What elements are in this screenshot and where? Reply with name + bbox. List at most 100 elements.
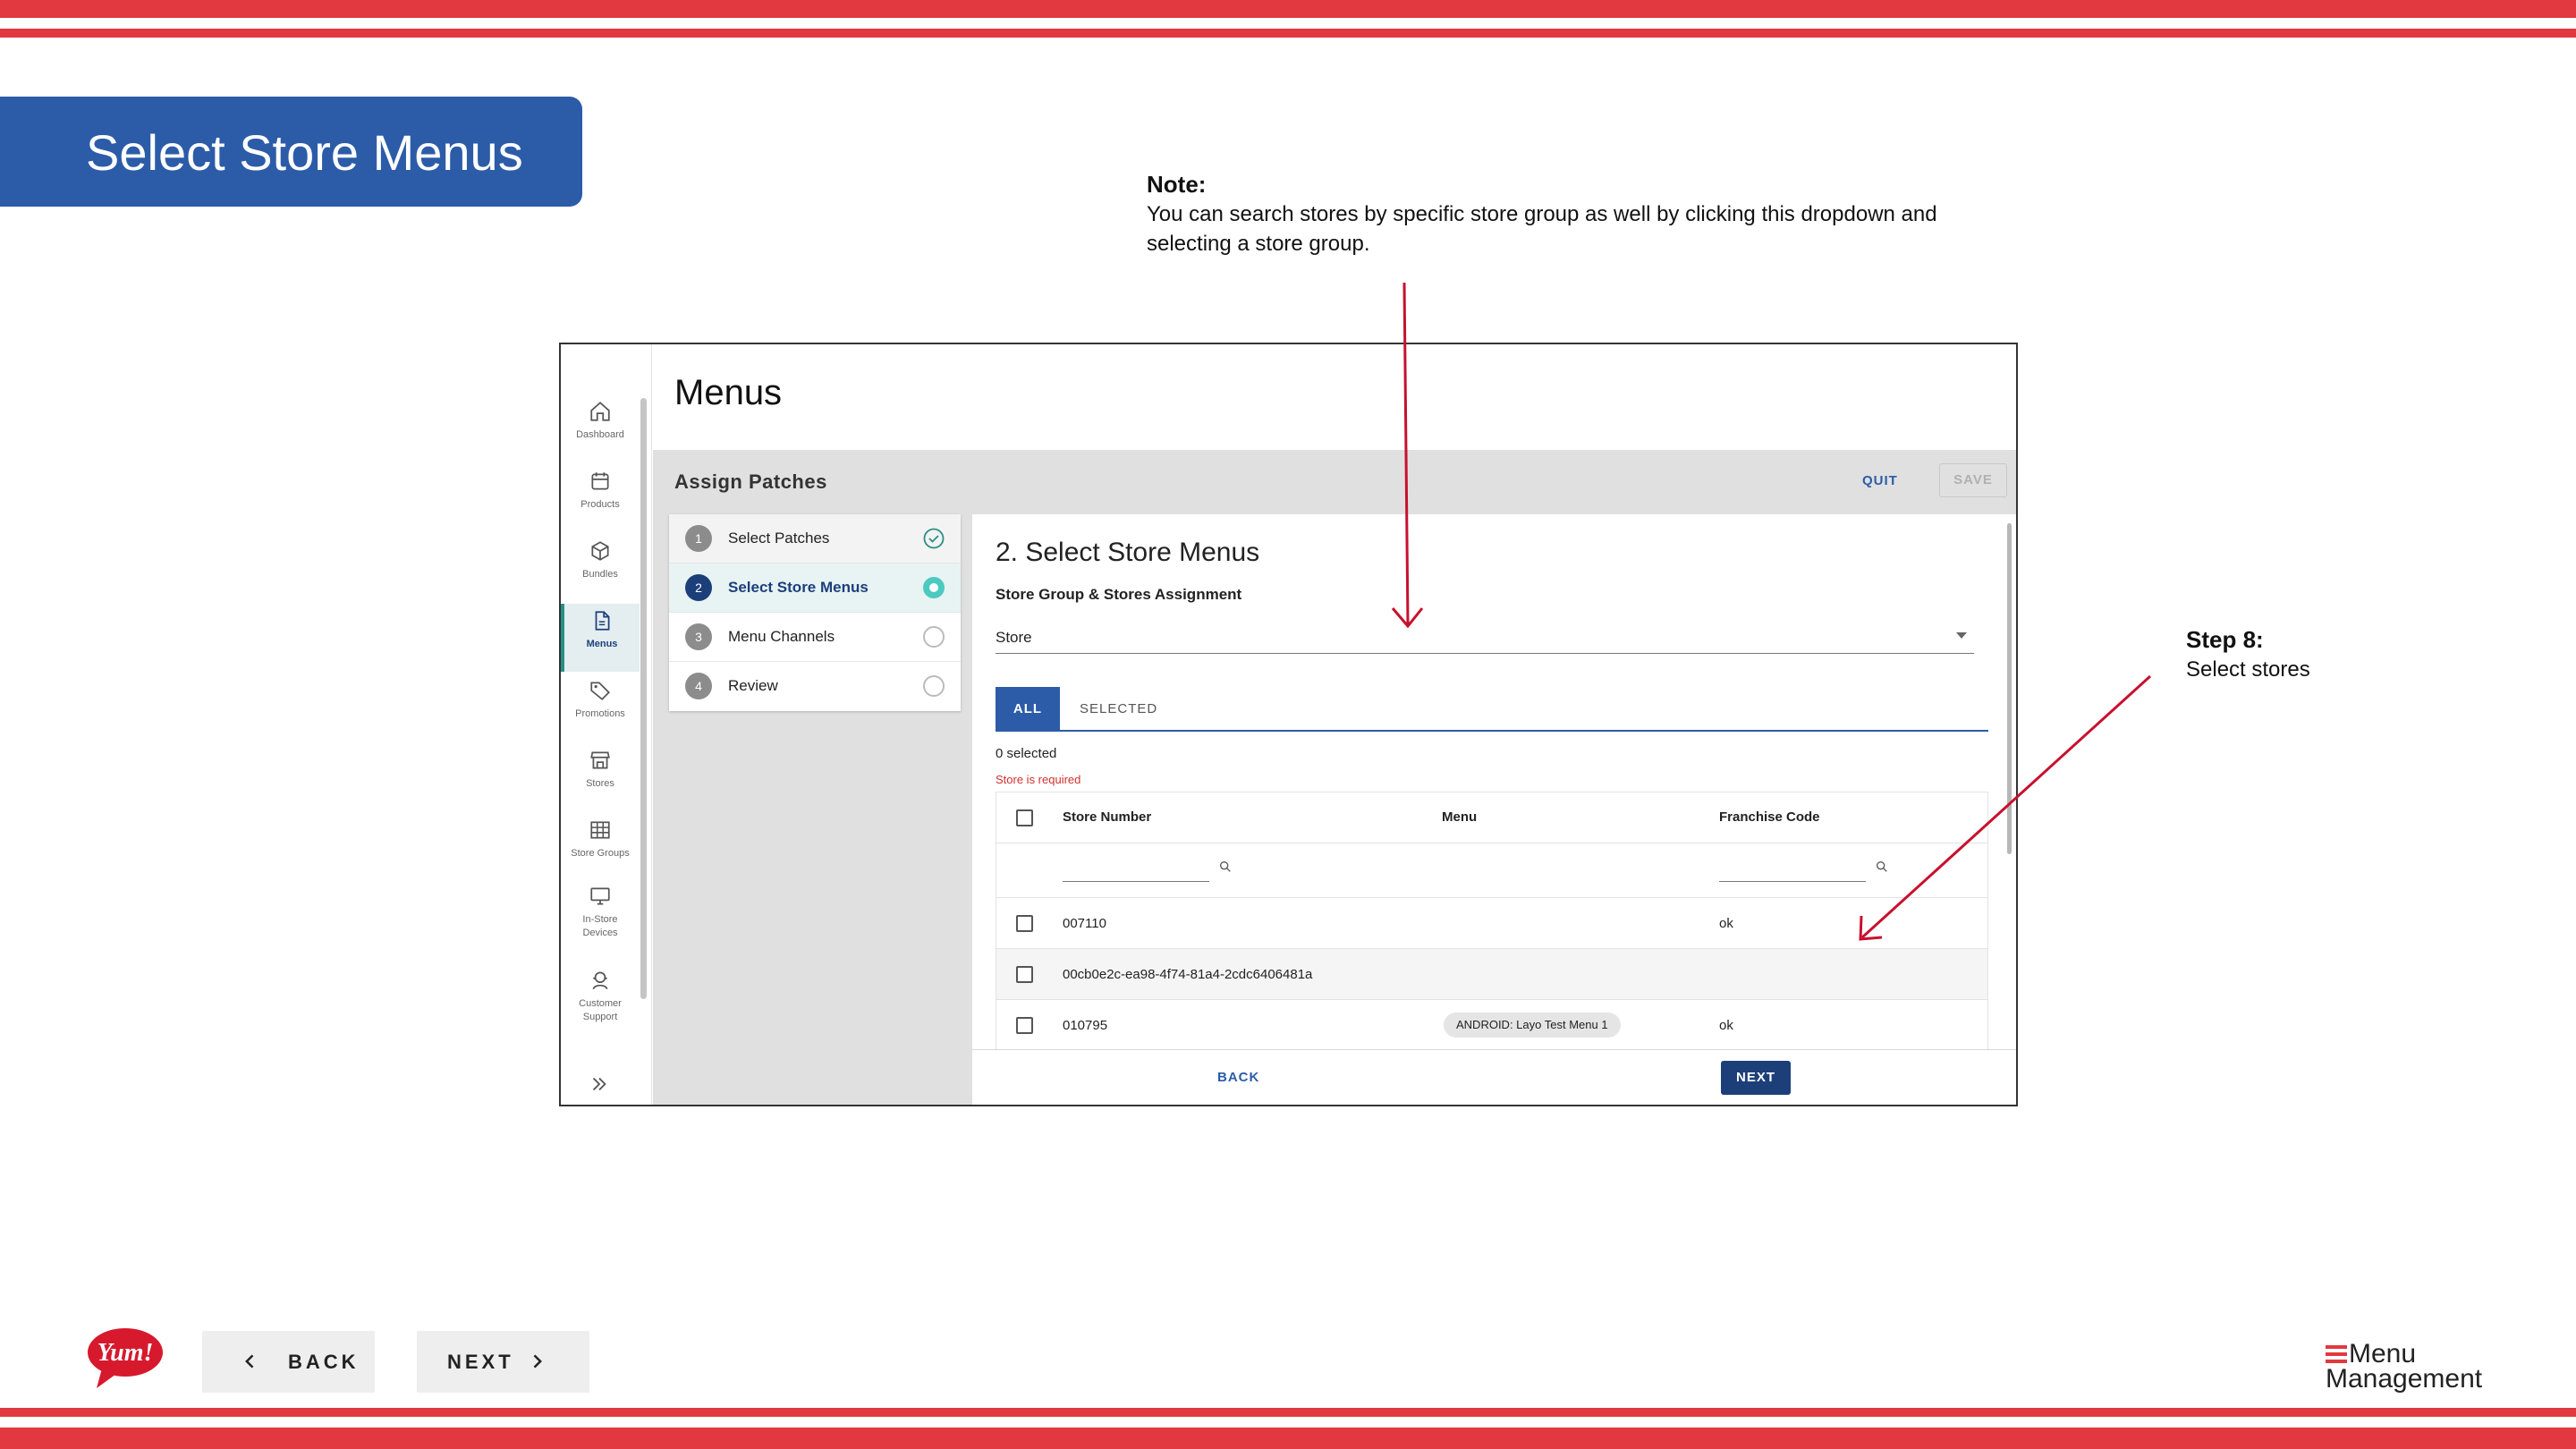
slide-next-label: NEXT xyxy=(447,1351,514,1373)
sidebar-item-products[interactable]: Products xyxy=(561,470,640,530)
row-checkbox[interactable] xyxy=(1016,1017,1033,1034)
section-title: Assign Patches xyxy=(674,470,827,493)
step-label: Review xyxy=(728,677,778,694)
step-callout: Step 8: Select stores xyxy=(2186,625,2310,684)
panel-next-button[interactable]: NEXT xyxy=(1721,1061,1791,1095)
panel-footer: BACK NEXT xyxy=(972,1049,2016,1105)
bottom-stripe-thin xyxy=(0,1408,2576,1417)
tab-all[interactable]: ALL xyxy=(996,687,1060,732)
slide-back-button[interactable]: BACK xyxy=(202,1331,375,1393)
monitor-icon xyxy=(590,887,610,905)
chevron-left-icon xyxy=(245,1354,254,1368)
sidebar-item-bundles[interactable]: Bundles xyxy=(561,539,640,600)
empty-circle-icon xyxy=(923,675,945,697)
table-filter-row xyxy=(996,843,1987,898)
selected-count: 0 selected xyxy=(996,746,1057,761)
step-item-review[interactable]: 4 Review xyxy=(669,662,961,711)
quit-button[interactable]: QUIT xyxy=(1862,473,1898,488)
expand-sidebar-button[interactable] xyxy=(589,1072,609,1100)
select-underline xyxy=(996,653,1974,654)
table-row[interactable]: 007110 ok xyxy=(996,898,1987,949)
sidebar-item-label: Store Groups xyxy=(571,848,630,859)
validation-error: Store is required xyxy=(996,773,1081,786)
empty-circle-icon xyxy=(923,626,945,648)
step-heading: Step 8: xyxy=(2186,626,2264,653)
sidebar-item-promotions[interactable]: Promotions xyxy=(561,679,640,740)
sidebar-item-in-store-devices[interactable]: In-Store Devices xyxy=(561,885,640,958)
dropdown-arrow-icon xyxy=(1956,632,1967,639)
bottom-stripe-thick xyxy=(0,1428,2576,1449)
tag-icon xyxy=(590,682,610,700)
column-header-store-number[interactable]: Store Number xyxy=(1063,809,1151,825)
yum-logo-text: Yum! xyxy=(97,1339,154,1367)
home-icon xyxy=(590,402,610,421)
step-item-select-store-menus[interactable]: 2 Select Store Menus xyxy=(669,564,961,613)
sidebar-item-label: In-Store Devices xyxy=(582,914,618,938)
slide-title: Select Store Menus xyxy=(86,124,523,181)
search-icon xyxy=(1220,861,1231,872)
row-checkbox[interactable] xyxy=(1016,915,1033,932)
sidebar-item-label: Customer Support xyxy=(579,998,622,1022)
sidebar-scrollbar[interactable] xyxy=(640,398,647,999)
step-number: 3 xyxy=(685,623,712,650)
yum-logo: Yum! xyxy=(84,1326,166,1392)
calendar-icon xyxy=(591,472,609,490)
support-agent-icon xyxy=(592,971,608,990)
sidebar-item-stores[interactable]: Stores xyxy=(561,749,640,809)
grid-icon xyxy=(590,821,610,839)
save-button[interactable]: SAVE xyxy=(1939,463,2007,497)
filter-underline xyxy=(1063,881,1209,882)
sidebar-item-dashboard[interactable]: Dashboard xyxy=(561,400,640,461)
sidebar-item-label: Promotions xyxy=(575,708,625,719)
stepper: 1 Select Patches 2 Select Store Menus 3 … xyxy=(669,514,961,711)
menu-chip: ANDROID: Layo Test Menu 1 xyxy=(1444,1013,1621,1038)
sidebar-item-label: Stores xyxy=(586,778,614,789)
step-label: Menu Channels xyxy=(728,628,835,645)
cube-icon xyxy=(591,541,609,561)
sidebar-item-label: Products xyxy=(580,499,620,510)
table-header-row: Store Number Menu Franchise Code xyxy=(996,792,1987,843)
step-item-select-patches[interactable]: 1 Select Patches xyxy=(669,514,961,564)
top-stripe-thin xyxy=(0,29,2576,38)
document-icon xyxy=(595,611,610,631)
current-step-icon xyxy=(923,577,945,598)
sidebar-item-menus[interactable]: Menus xyxy=(561,604,640,672)
top-stripe-thick xyxy=(0,0,2576,18)
row-checkbox[interactable] xyxy=(1016,966,1033,983)
logo-text-line2: Management xyxy=(2326,1364,2483,1394)
chevron-right-icon xyxy=(533,1354,542,1368)
step-number: 4 xyxy=(685,673,712,699)
slide-next-button[interactable]: NEXT xyxy=(417,1331,589,1393)
column-header-franchise-code[interactable]: Franchise Code xyxy=(1719,809,1820,825)
panel-back-button[interactable]: BACK xyxy=(1217,1070,1259,1085)
filter-underline xyxy=(1719,881,1866,882)
step-number: 2 xyxy=(685,574,712,601)
panel-scrollbar[interactable] xyxy=(2007,523,2012,854)
step-item-menu-channels[interactable]: 3 Menu Channels xyxy=(669,613,961,662)
table-row[interactable]: 010795 ANDROID: Layo Test Menu 1 ok xyxy=(996,1000,1987,1051)
cell-store-number: 007110 xyxy=(1063,916,1106,931)
check-circle-icon xyxy=(923,528,945,549)
sidebar-item-store-groups[interactable]: Store Groups xyxy=(561,818,640,879)
cell-franchise-code: ok xyxy=(1719,916,1733,931)
table-row[interactable]: 00cb0e2c-ea98-4f74-81a4-2cdc6406481a xyxy=(996,949,1987,1000)
storefront-icon xyxy=(590,751,610,769)
cell-store-number: 00cb0e2c-ea98-4f74-81a4-2cdc6406481a xyxy=(1063,967,1313,982)
step-text: Select stores xyxy=(2186,657,2310,682)
stores-table: Store Number Menu Franchise Code 007110 … xyxy=(996,792,1988,1051)
sidebar-item-label: Dashboard xyxy=(576,429,624,440)
yum-logo-mark: Yum! xyxy=(88,1328,163,1388)
main-content: Menus Assign Patches QUIT SAVE 1 Select … xyxy=(653,344,2016,1105)
cell-store-number: 010795 xyxy=(1063,1018,1108,1033)
column-header-menu[interactable]: Menu xyxy=(1442,809,1477,825)
note-callout: Note: You can search stores by specific … xyxy=(1147,170,1952,258)
step-label: Select Store Menus xyxy=(728,579,869,596)
sidebar-item-label: Menus xyxy=(586,639,618,649)
step-label: Select Patches xyxy=(728,530,830,547)
tab-selected[interactable]: SELECTED xyxy=(1080,687,1157,732)
cell-franchise-code: ok xyxy=(1719,1018,1733,1033)
page-title: Menus xyxy=(674,373,783,412)
slide-back-label: BACK xyxy=(288,1351,360,1373)
sidebar-item-customer-support[interactable]: Customer Support xyxy=(561,969,640,1042)
select-all-checkbox[interactable] xyxy=(1016,809,1033,826)
